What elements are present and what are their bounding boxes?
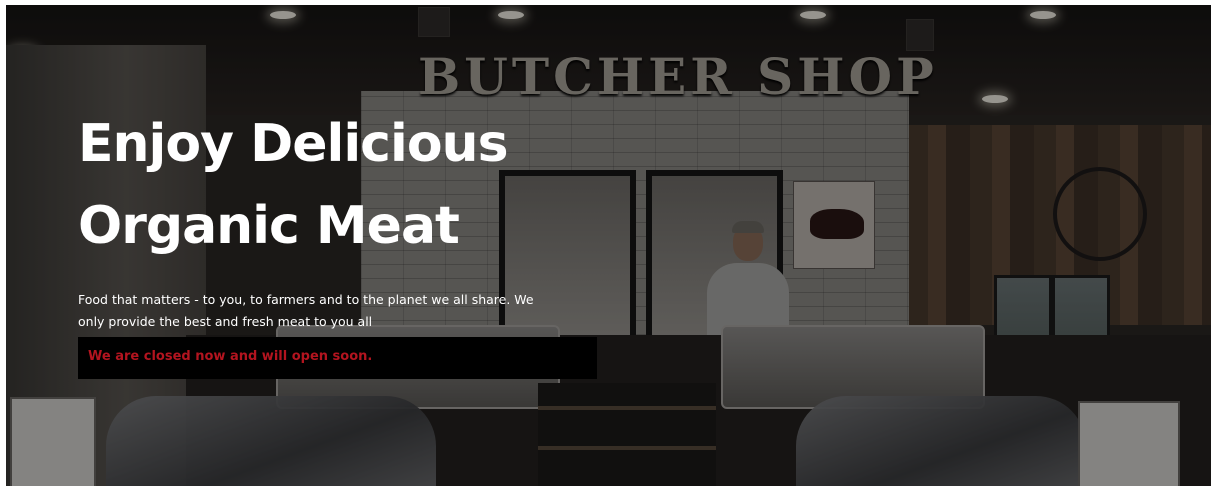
hero-content: Enjoy Delicious Organic Meat Food that m… [78, 103, 638, 333]
store-status-bar: We are closed now and will open soon. [78, 337, 597, 379]
hero-tagline: Food that matters - to you, to farmers a… [78, 292, 534, 329]
hero-section: BUTCHER SHOP Enjoy Delicious Organic Mea… [6, 5, 1211, 486]
hero-headline: Enjoy Delicious Organic Meat [78, 103, 638, 267]
headline-line-1: Enjoy Delicious [78, 114, 509, 174]
headline-line-2: Organic Meat [78, 196, 460, 256]
store-status-message: We are closed now and will open soon. [88, 349, 373, 364]
